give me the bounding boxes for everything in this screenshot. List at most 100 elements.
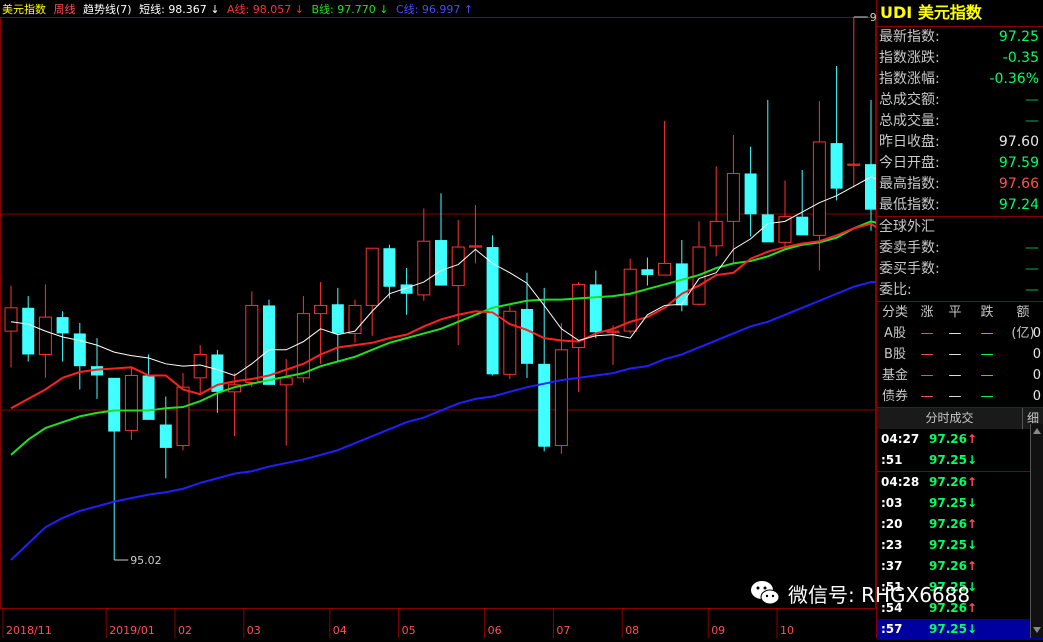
quote-stat-row: 最低指数: 97.24 <box>877 195 1043 216</box>
candle-body-down <box>521 308 533 364</box>
candle-body-down <box>830 143 843 189</box>
min-label: 95.02 <box>130 554 162 567</box>
candle-body-down <box>56 317 69 334</box>
tick-row[interactable]: :20 97.26 ↑ <box>877 514 1043 535</box>
tick-row[interactable]: :51 97.25 ↓ <box>877 450 1043 471</box>
tick-time: :57 <box>881 622 903 636</box>
candle-body-up <box>4 307 18 332</box>
category-up: — <box>920 347 934 362</box>
candle-body-up <box>554 349 568 447</box>
quote-stat-label: 最低指数: <box>879 197 940 213</box>
ticks-header: 分时成交 细 <box>877 407 1043 429</box>
candle-body-up <box>296 313 310 379</box>
tick-price: 97.26 <box>929 432 967 446</box>
up-arrow-icon: ↑ <box>967 517 978 531</box>
tick-price: 97.26 <box>929 559 967 573</box>
x-axis-label: 06 <box>488 624 502 637</box>
quote-stat-value: 97.59 <box>998 155 1039 171</box>
chart-frame <box>0 17 876 609</box>
category-up: — <box>920 326 934 341</box>
candle-body-up <box>314 304 328 315</box>
x-axis-label: 08 <box>625 624 639 637</box>
up-arrow-icon: ↑ <box>967 475 978 489</box>
category-flat: — <box>948 368 962 383</box>
candle-body-up <box>124 374 138 431</box>
tick-time: 04:27 <box>881 432 920 446</box>
forex-value: — <box>1025 261 1039 277</box>
forex-label: 委卖手数: <box>879 240 940 256</box>
x-axis-label: 09 <box>711 624 725 637</box>
category-name: A股 <box>884 326 906 341</box>
candle-body-up <box>658 262 672 276</box>
tick-time: :23 <box>881 538 903 552</box>
quote-stat-label: 总成交量: <box>879 113 940 129</box>
x-axis-label: 2018/11 <box>6 624 52 637</box>
up-arrow-icon: ↑ <box>967 432 978 446</box>
quote-panel: UDI 美元指数 最新指数: 97.25 指数涨跌: -0.35 指数涨幅: -0.36%… <box>876 0 1043 640</box>
candle-body-up <box>279 377 293 386</box>
ticks-title[interactable]: 分时成交 <box>877 408 1022 429</box>
category-header: 分类涨平 跌 额(亿) <box>877 302 1043 341</box>
quote-stats: 最新指数: 97.25 指数涨跌: -0.35 指数涨幅: -0.36% 总成交额: — 总成交… <box>877 27 1043 216</box>
candle-body-down <box>383 248 396 287</box>
ma-c-line <box>10 281 876 561</box>
candle-body-down <box>159 424 172 448</box>
forex-row: 全球外汇 <box>877 217 1043 238</box>
quote-stat-label: 指数涨跌: <box>879 50 940 66</box>
category-table: A股 — — — 0 B股 — — — 0 基金 — — — 0 债券 — — — 0 <box>877 323 1043 407</box>
quote-stat-row: 最新指数: 97.25 <box>877 27 1043 48</box>
candle-body-up <box>812 141 826 236</box>
candle-body-up <box>348 304 362 334</box>
up-arrow-icon: ↑ <box>967 559 978 573</box>
category-name: 基金 <box>881 368 908 383</box>
tick-time: :03 <box>881 496 903 510</box>
candle-body-up <box>468 245 482 248</box>
quote-stat-label: 指数涨幅: <box>879 71 940 87</box>
down-arrow-icon: ↓ <box>967 496 978 510</box>
candle-body-down <box>435 240 447 286</box>
tick-row[interactable]: :57 97.25 ↓ <box>877 619 1043 640</box>
candle-body-up <box>606 330 620 333</box>
category-row: 基金 — — — 0 <box>877 365 1043 386</box>
quote-code: UDI <box>880 3 913 22</box>
candle-body-down <box>761 214 774 243</box>
candle-body-down <box>865 164 876 210</box>
quote-stat-value: -0.35 <box>1002 50 1039 66</box>
down-arrow-icon: ↓ <box>967 538 978 552</box>
quote-stat-label: 最高指数: <box>879 176 940 192</box>
down-arrow-icon: ↓ <box>967 453 978 467</box>
candle-body-up <box>38 316 52 355</box>
tick-row[interactable]: :03 97.25 ↓ <box>877 493 1043 514</box>
candle-body-down <box>538 363 551 447</box>
candle-body-down <box>108 377 121 432</box>
quote-stat-row: 最高指数: 97.66 <box>877 174 1043 195</box>
tick-row[interactable]: :37 97.26 ↑ <box>877 556 1043 577</box>
quote-stat-value: — <box>1025 113 1039 129</box>
tick-row[interactable]: 04:27 97.26 ↑ <box>877 429 1043 450</box>
kline-chart-panel[interactable]: 美元指数 周线 趋势线(7) 短线: 98.367 ↓ A线: 98.057 ↓… <box>0 0 876 638</box>
watermark-text: 微信号: RHGX6688 <box>788 582 971 607</box>
quote-stat-row: 指数涨幅: -0.36% <box>877 69 1043 90</box>
category-flat: — <box>948 326 962 341</box>
tick-time: :20 <box>881 517 903 531</box>
quote-stat-value: 97.60 <box>998 134 1039 150</box>
candle-body-up <box>726 172 740 222</box>
category-amount: 0 <box>1032 347 1041 362</box>
category-amount: 0 <box>1032 368 1041 383</box>
candle-body-up <box>847 163 861 166</box>
candle-body-down <box>744 173 757 215</box>
category-amount: 0 <box>1032 326 1041 341</box>
quote-stat-label: 最新指数: <box>879 29 940 45</box>
tick-row[interactable]: 04:28 97.26 ↑ <box>877 471 1043 493</box>
forex-value: — <box>1025 240 1039 256</box>
quote-stat-row: 今日开盘: 97.59 <box>877 153 1043 174</box>
category-header-cell: 平 <box>948 305 962 320</box>
tick-row[interactable]: :23 97.25 ↓ <box>877 535 1043 556</box>
quote-name: 美元指数 <box>917 3 982 22</box>
tick-price: 97.25 <box>929 622 967 636</box>
forex-label: 委买手数: <box>879 261 940 277</box>
kline-chart-svg[interactable]: 2018/112019/0102030405060708091099.6795.… <box>0 0 876 638</box>
ticks-scrollbar[interactable] <box>1030 424 1043 638</box>
quote-stat-row: 昨日收盘: 97.60 <box>877 132 1043 153</box>
quote-stat-label: 昨日收盘: <box>879 134 940 150</box>
